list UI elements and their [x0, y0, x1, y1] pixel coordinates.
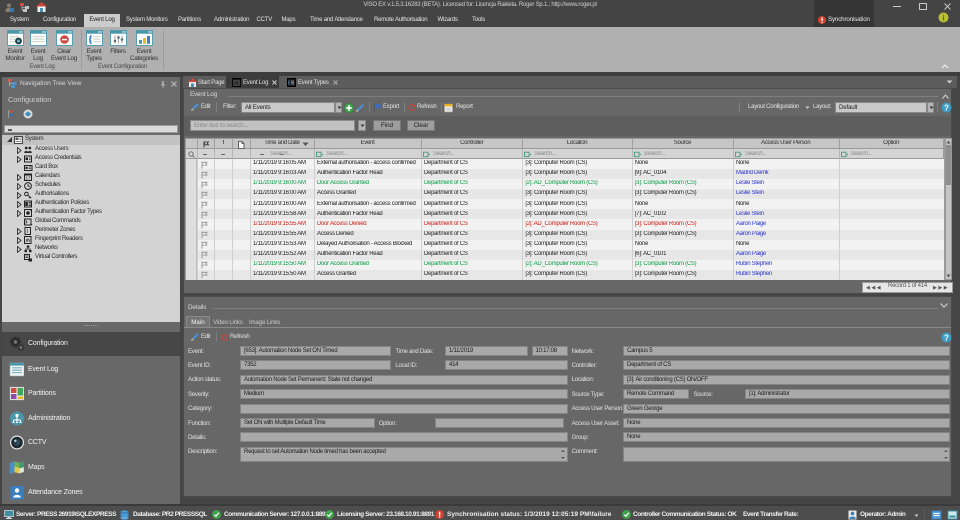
svg-text:?: ?: [944, 333, 949, 342]
svg-text:?: ?: [944, 103, 949, 112]
svg-text:17: 17: [25, 175, 31, 180]
